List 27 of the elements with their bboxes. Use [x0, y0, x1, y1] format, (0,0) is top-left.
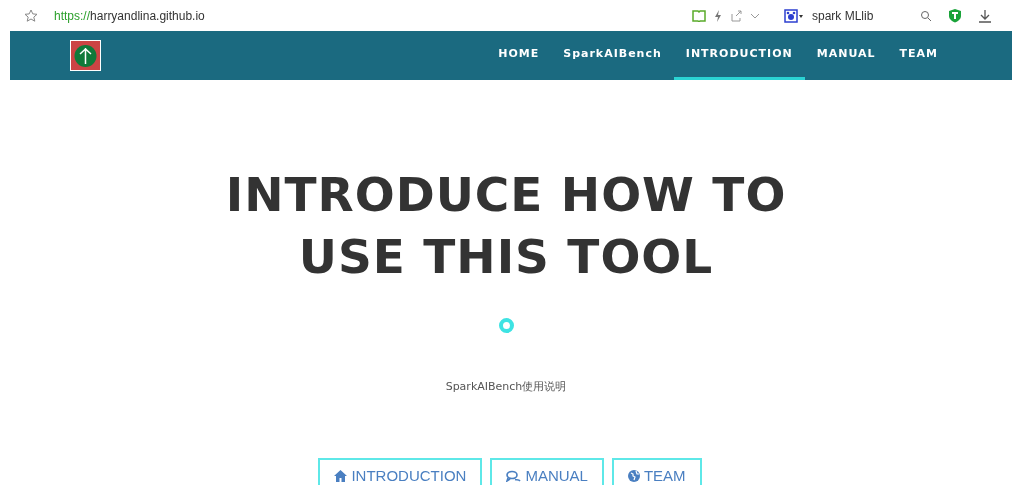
search-icon[interactable]	[920, 9, 932, 22]
nav-link[interactable]: MANUAL	[804, 31, 888, 80]
lightning-icon[interactable]	[714, 9, 722, 22]
chevron-down-icon[interactable]	[750, 11, 760, 20]
download-icon[interactable]	[978, 8, 992, 23]
nav-link[interactable]: INTRODUCTION	[673, 31, 805, 80]
chat-icon	[506, 469, 522, 482]
nav-button[interactable]: TEAM	[611, 457, 702, 485]
home-icon	[334, 469, 348, 482]
share-icon[interactable]	[730, 9, 742, 22]
ring-icon	[498, 318, 514, 333]
page-title: INTRODUCE HOW TO	[225, 166, 787, 224]
star-icon[interactable]	[24, 8, 38, 23]
shield-icon[interactable]	[948, 8, 962, 23]
subtitle: SparkAIBench使用说明	[445, 379, 567, 395]
book-icon[interactable]	[692, 9, 706, 22]
logo-icon[interactable]	[70, 40, 101, 71]
globe-icon	[627, 469, 640, 482]
nav-link[interactable]: TEAM	[887, 31, 950, 80]
page-title: USE THIS TOOL	[297, 228, 715, 286]
nav-button[interactable]: INTRODUCTION	[318, 457, 483, 485]
search-engine-text[interactable]: spark MLlib	[812, 6, 912, 25]
paw-icon[interactable]	[784, 8, 804, 23]
nav-link[interactable]: SparkAIBench	[551, 31, 674, 80]
address-url[interactable]: https://harryandlina.github.io	[54, 6, 205, 25]
nav-button[interactable]: MANUAL	[490, 457, 604, 485]
nav-link[interactable]: HOME	[486, 31, 552, 80]
